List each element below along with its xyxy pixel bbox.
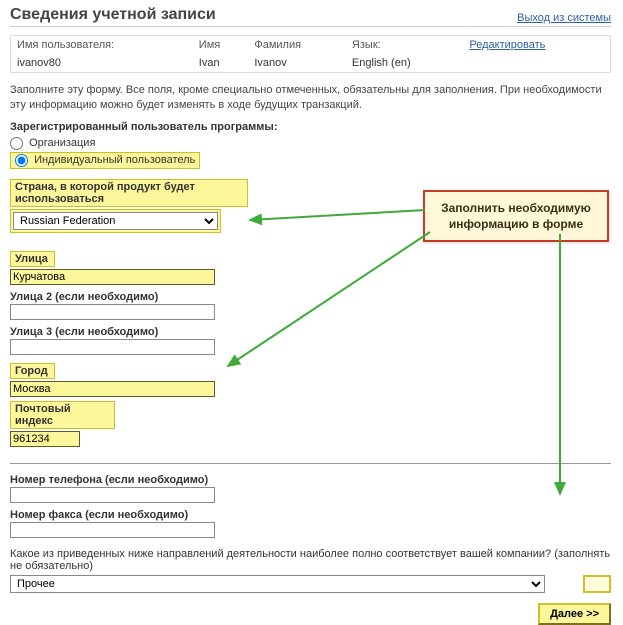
- col-last: Фамилия: [248, 36, 346, 55]
- city-label-hl: Город: [10, 363, 55, 379]
- radio-ind-label[interactable]: Индивидуальный пользователь: [15, 154, 195, 166]
- account-info-table: Имя пользователя: Имя Фамилия Язык: Реда…: [10, 35, 611, 73]
- user-type-legend: Зарегистрированный пользователь программ…: [10, 121, 611, 133]
- street2-label: Улица 2 (если необходимо): [10, 291, 611, 303]
- phone-label: Номер телефона (если необходимо): [10, 474, 611, 486]
- radio-org-text: Организация: [29, 137, 95, 149]
- val-first: Ivan: [193, 54, 249, 73]
- street3-label: Улица 3 (если необходимо): [10, 326, 611, 338]
- page-title: Сведения учетной записи: [10, 6, 216, 24]
- zip-input[interactable]: [10, 431, 80, 447]
- radio-ind-text: Индивидуальный пользователь: [34, 154, 195, 166]
- fax-input[interactable]: [10, 522, 215, 538]
- radio-ind-highlight: Индивидуальный пользователь: [10, 152, 200, 169]
- street-label: Улица: [15, 253, 48, 265]
- col-username: Имя пользователя:: [11, 36, 193, 55]
- divider: [10, 463, 611, 464]
- callout-line2: информацию в форме: [431, 216, 601, 232]
- street2-input[interactable]: [10, 304, 215, 320]
- activity-select[interactable]: Прочее: [10, 575, 545, 593]
- street-label-hl: Улица: [10, 251, 55, 267]
- street-input[interactable]: [10, 269, 215, 285]
- intro-text: Заполните эту форму. Все поля, кроме спе…: [10, 83, 611, 113]
- fax-label: Номер факса (если необходимо): [10, 509, 611, 521]
- radio-org-label[interactable]: Организация: [10, 137, 95, 149]
- callout-line1: Заполнить необходимую: [431, 200, 601, 216]
- next-button[interactable]: Далее >>: [538, 603, 611, 625]
- logout-link[interactable]: Выход из системы: [517, 12, 611, 24]
- val-username: ivanov80: [11, 54, 193, 73]
- zip-label-hl: Почтовый индекс: [10, 401, 115, 429]
- activity-select-highlight: [583, 575, 611, 593]
- col-first: Имя: [193, 36, 249, 55]
- country-label: Страна, в которой продукт будет использо…: [15, 181, 195, 205]
- street3-input[interactable]: [10, 339, 215, 355]
- edit-link[interactable]: Редактировать: [469, 39, 545, 51]
- val-lang: English (en): [346, 54, 463, 73]
- annotation-callout: Заполнить необходимую информацию в форме: [423, 190, 609, 242]
- city-label: Город: [15, 365, 48, 377]
- activity-question: Какое из приведенных ниже направлений де…: [10, 548, 611, 572]
- val-last: Ivanov: [248, 54, 346, 73]
- radio-ind[interactable]: [15, 154, 28, 167]
- country-select[interactable]: Russian Federation: [13, 212, 218, 230]
- phone-input[interactable]: [10, 487, 215, 503]
- col-lang: Язык:: [346, 36, 463, 55]
- radio-org[interactable]: [10, 137, 23, 150]
- country-label-hl: Страна, в которой продукт будет использо…: [10, 179, 248, 207]
- zip-label: Почтовый индекс: [15, 403, 71, 427]
- city-input[interactable]: [10, 381, 215, 397]
